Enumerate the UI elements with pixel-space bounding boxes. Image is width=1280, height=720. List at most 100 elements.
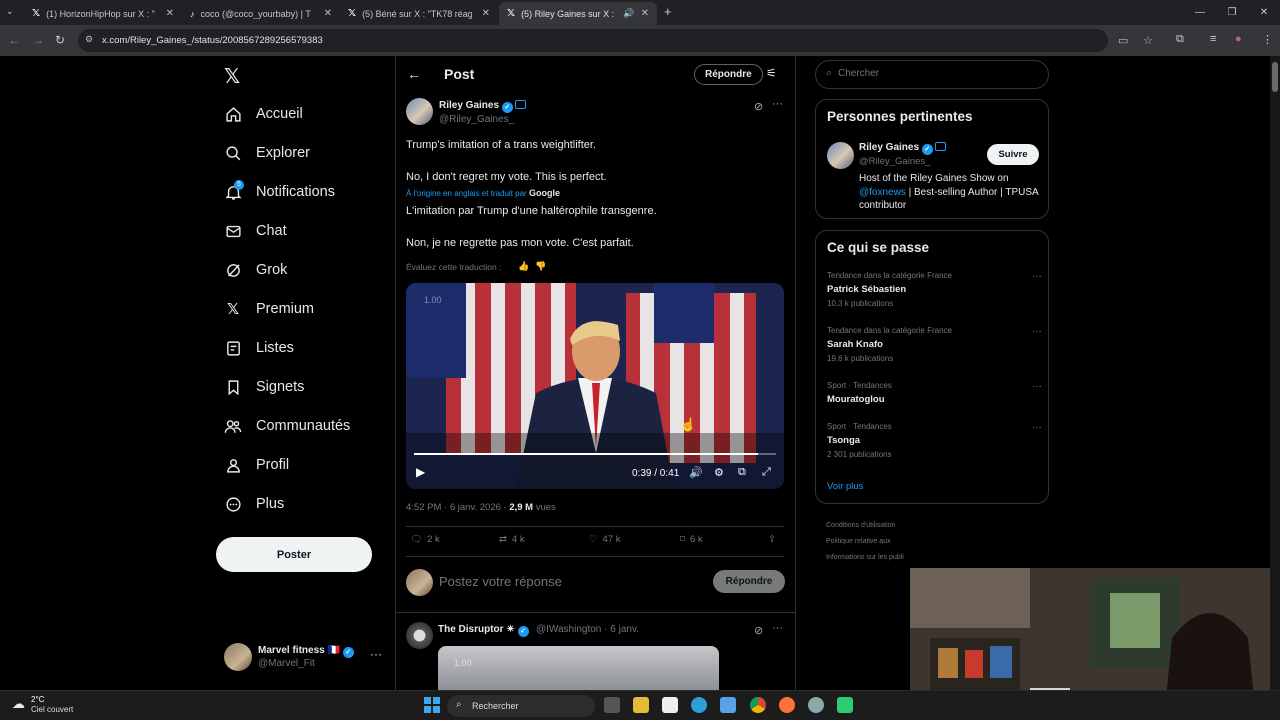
forward-icon[interactable]: → [32, 33, 44, 47]
more-icon[interactable]: ··· [1032, 381, 1042, 392]
close-tab-icon[interactable]: ✕ [641, 8, 649, 19]
taskbar-search[interactable]: ⌕ Rechercher [447, 695, 595, 717]
reply-author-handle[interactable]: @IWashington · 6 janv. [536, 624, 639, 635]
trend-item[interactable]: Tendance dans la catégorie France Sarah … [827, 326, 1042, 363]
back-arrow-icon[interactable]: ← [407, 66, 421, 82]
bookmark-action[interactable]: ⌑ 6 k [680, 534, 703, 545]
translation-note[interactable]: À l'origine en anglais et traduit par Go… [406, 188, 560, 198]
pip-icon[interactable]: ⧉ [738, 466, 746, 479]
bookmark-star-icon[interactable]: ☆ [1143, 34, 1153, 47]
more-icon[interactable]: ··· [370, 647, 382, 661]
sliders-icon[interactable]: ⚟ [766, 66, 777, 80]
see-more-link[interactable]: Voir plus [827, 481, 863, 492]
search-box[interactable]: ⌕ Chercher [815, 60, 1049, 89]
restore-icon[interactable]: ❐ [1216, 0, 1248, 25]
nav-item-chat[interactable]: Chat [224, 218, 287, 244]
follow-button[interactable]: Suivre [987, 144, 1039, 165]
grok-icon[interactable]: ⊘ [754, 624, 763, 637]
mention-link[interactable]: @foxnews [859, 187, 906, 198]
browser-tab-active[interactable]: 𝕏 (5) Riley Gaines sur X : "Tru 🔊 ✕ [499, 2, 657, 25]
media-control-icon[interactable]: ≡ [1210, 33, 1216, 45]
menu-icon[interactable]: ⋮ [1262, 33, 1273, 46]
reply-input[interactable]: Postez votre réponse [439, 574, 562, 589]
close-tab-icon[interactable]: ✕ [324, 8, 332, 19]
app-icon[interactable] [837, 697, 853, 713]
video-progress-bar[interactable] [414, 453, 776, 455]
account-switcher[interactable]: Marvel fitness 🇫🇷 ✓ @Marvel_Fit ··· [224, 641, 394, 673]
browser-tab[interactable]: 𝕏 (1) HorizonHipHop sur X : " ✕ [24, 2, 182, 25]
share-action[interactable]: ⇪ [768, 534, 776, 545]
nav-item-accueil[interactable]: Accueil [224, 101, 303, 127]
more-icon[interactable]: ··· [1032, 271, 1042, 282]
grok-icon[interactable]: ⊘ [754, 100, 763, 113]
task-view-icon[interactable] [604, 697, 620, 713]
footer-link[interactable]: Informations sur les publi [826, 550, 904, 566]
notepad-icon[interactable] [662, 697, 678, 713]
person-name[interactable]: Riley Gaines ✓ [859, 142, 946, 155]
nav-item-listes[interactable]: Listes [224, 335, 294, 361]
page-scrollbar[interactable] [1270, 56, 1280, 690]
weather-temperature[interactable]: 2°C [31, 695, 44, 704]
tab-search-icon[interactable]: ⌄ [6, 6, 14, 17]
new-tab-button[interactable]: + [664, 4, 672, 19]
video-player[interactable]: 1.00 ▶ 0:39 / 0:41 🔊 ⚙ ⧉ ⤢ ☝ [406, 283, 784, 489]
reload-icon[interactable]: ↻ [55, 33, 65, 47]
reply-submit-button[interactable]: Répondre [713, 570, 785, 593]
reply-author-avatar[interactable] [406, 622, 433, 649]
search-input[interactable]: Chercher [838, 68, 879, 79]
nav-item-premium[interactable]: 𝕏 Premium [224, 296, 314, 322]
footer-link[interactable]: Politique relative aux [826, 534, 904, 550]
settings-icon[interactable] [808, 697, 824, 713]
minimize-icon[interactable]: — [1184, 0, 1216, 25]
profile-icon[interactable]: ● [1235, 33, 1242, 45]
nav-item-grok[interactable]: Grok [224, 257, 287, 283]
trend-item[interactable]: Tendance dans la catégorie France Patric… [827, 271, 1042, 308]
post-button[interactable]: Poster [216, 537, 372, 572]
windows-start-icon[interactable] [424, 697, 440, 713]
scrollbar-thumb[interactable] [1272, 62, 1278, 92]
firefox-icon[interactable] [779, 697, 795, 713]
thumbs-rating-icon[interactable]: 👍👎 [518, 261, 552, 272]
site-info-icon[interactable]: ⚙ [85, 34, 93, 45]
nav-item-signets[interactable]: Signets [224, 374, 304, 400]
play-icon[interactable]: ▶ [416, 465, 425, 479]
repost-action[interactable]: ⇄ 4 k [499, 534, 525, 545]
like-action[interactable]: ♡ 47 k [589, 534, 621, 545]
trend-item[interactable]: Sport · Tendances Mouratoglou ··· [827, 381, 1042, 405]
trend-item[interactable]: Sport · Tendances Tsonga 2 301 publicati… [827, 422, 1042, 459]
close-tab-icon[interactable]: ✕ [166, 8, 174, 19]
more-icon[interactable]: ··· [1032, 326, 1042, 337]
footer-link[interactable]: Conditions d'utilisation [826, 518, 904, 534]
browser-tab[interactable]: 𝕏 (5) Béné sur X : "TK78 réagit à l ✕ [340, 2, 498, 25]
weather-cloud-icon[interactable]: ☁ [12, 696, 25, 712]
author-name[interactable]: Riley Gaines ✓ [439, 100, 526, 113]
author-avatar[interactable] [406, 98, 433, 125]
url-text[interactable]: x.com/Riley_Gaines_/status/2008567289256… [102, 35, 323, 46]
post-timestamp[interactable]: 4:52 PM · 6 janv. 2026 · [406, 502, 509, 513]
close-window-icon[interactable]: ✕ [1248, 0, 1280, 25]
x-logo-icon[interactable]: 𝕏 [224, 64, 240, 88]
more-icon[interactable]: ··· [772, 622, 783, 634]
person-handle[interactable]: @Riley_Gaines_ [859, 156, 930, 167]
reply-action[interactable]: 🗨 2 k [410, 534, 440, 545]
nav-item-explorer[interactable]: Explorer [224, 140, 310, 166]
more-icon[interactable]: ··· [1032, 422, 1042, 433]
reply-author-name[interactable]: The Disruptor ✴ ✓ [438, 624, 529, 637]
store-icon[interactable] [720, 697, 736, 713]
browser-tab[interactable]: ♪ coco (@coco_yourbaby) | TikTok ✕ [182, 2, 340, 25]
volume-icon[interactable]: 🔊 [689, 466, 703, 479]
chrome-icon[interactable] [750, 697, 766, 713]
gear-icon[interactable]: ⚙ [714, 466, 724, 479]
avatar[interactable] [827, 142, 854, 169]
nav-item-notifications[interactable]: 5 Notifications [224, 179, 335, 205]
edge-icon[interactable] [691, 697, 707, 713]
more-icon[interactable]: ··· [772, 98, 783, 110]
nav-item-profil[interactable]: Profil [224, 452, 289, 478]
file-explorer-icon[interactable] [633, 697, 649, 713]
extensions-icon[interactable]: ⧉ [1176, 33, 1184, 46]
weather-description[interactable]: Ciel couvert [31, 705, 73, 714]
cast-icon[interactable]: ▭ [1118, 34, 1128, 47]
nav-item-plus[interactable]: Plus [224, 491, 284, 517]
address-bar[interactable]: ⚙ x.com/Riley_Gaines_/status/20085672892… [78, 29, 1153, 52]
fullscreen-icon[interactable]: ⤢ [762, 466, 771, 479]
